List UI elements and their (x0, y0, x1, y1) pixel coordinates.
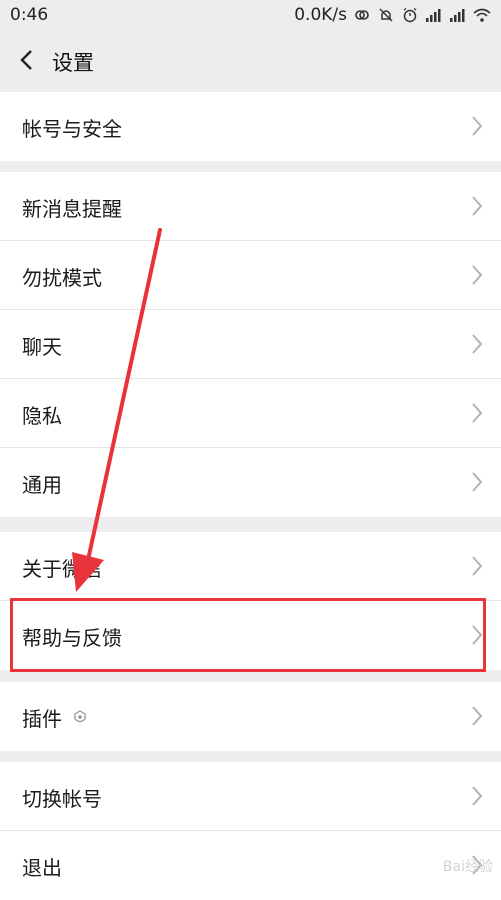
highlight-box (10, 598, 486, 672)
settings-item-general[interactable]: 通用 (0, 448, 501, 517)
chevron-right-icon (472, 116, 483, 136)
settings-item-label: 退出 (22, 856, 62, 880)
settings-item-privacy[interactable]: 隐私 (0, 379, 501, 448)
settings-item-label: 新消息提醒 (22, 197, 122, 221)
settings-item-logout[interactable]: 退出 (0, 831, 501, 900)
back-arrow-icon[interactable] (14, 46, 40, 74)
settings-item-label: 勿扰模式 (22, 266, 102, 290)
settings-item-switch-account[interactable]: 切换帐号 (0, 762, 501, 831)
chevron-right-icon (472, 265, 483, 285)
settings-item-account-security[interactable]: 帐号与安全 (0, 92, 501, 161)
chevron-right-icon (472, 196, 483, 216)
chevron-right-icon (472, 472, 483, 492)
settings-item-label: 插件 (22, 707, 62, 731)
settings-item-label: 帐号与安全 (22, 117, 122, 141)
settings-item-about-wechat[interactable]: 关于微信 (0, 532, 501, 601)
settings-item-plugins[interactable]: 插件 (0, 682, 501, 751)
chevron-right-icon (472, 786, 483, 806)
settings-group-general: 新消息提醒 勿扰模式 聊天 隐私 通用 (0, 172, 501, 517)
settings-group-session: 切换帐号 退出 (0, 762, 501, 900)
chevron-right-icon (472, 706, 483, 726)
link-icon (355, 10, 369, 20)
page-title: 设置 (52, 51, 94, 75)
settings-group-plugins: 插件 (0, 682, 501, 751)
wifi-icon (473, 8, 491, 22)
settings-item-do-not-disturb[interactable]: 勿扰模式 (0, 241, 501, 310)
chevron-right-icon (472, 403, 483, 423)
settings-item-label: 切换帐号 (22, 787, 102, 811)
settings-item-label: 聊天 (22, 335, 62, 359)
chevron-right-icon (472, 556, 483, 576)
settings-item-label: 隐私 (22, 404, 62, 428)
watermark: Bai经验 (442, 859, 493, 875)
settings-item-label: 关于微信 (22, 557, 102, 581)
network-speed: 0.0K/s (294, 5, 347, 25)
signal-icon (426, 9, 441, 22)
chevron-right-icon (472, 334, 483, 354)
settings-item-label: 通用 (22, 473, 62, 497)
plugin-badge-icon (74, 710, 86, 723)
alarm-icon (403, 7, 417, 23)
status-icons: 0.0K/s (294, 5, 491, 25)
signal-icon-2 (450, 9, 465, 22)
nav-bar: 设置 (0, 30, 501, 90)
status-time: 0:46 (10, 5, 49, 25)
settings-item-chat[interactable]: 聊天 (0, 310, 501, 379)
mute-bell-icon (379, 8, 393, 22)
settings-item-notifications[interactable]: 新消息提醒 (0, 172, 501, 241)
status-bar: 0:46 0.0K/s (0, 0, 501, 30)
settings-group-account: 帐号与安全 (0, 92, 501, 161)
